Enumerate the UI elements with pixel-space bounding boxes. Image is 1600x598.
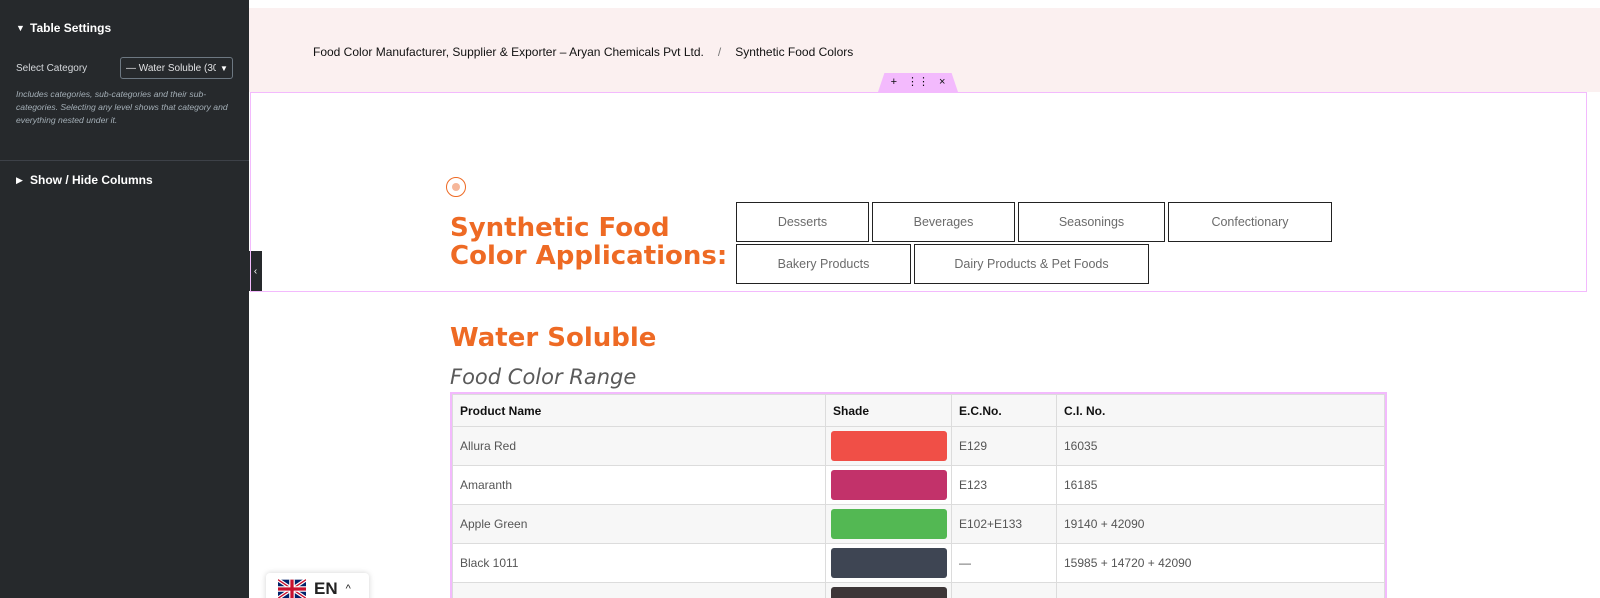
shade-swatch — [831, 548, 947, 578]
ci-number-cell: 16185 — [1056, 465, 1385, 505]
table-row: Amaranth E123 16185 — [452, 465, 1385, 505]
add-section-icon[interactable]: + — [891, 77, 897, 88]
application-pill-bakery[interactable]: Bakery Products — [736, 244, 911, 284]
dropdown-caret-icon: ▼ — [216, 63, 232, 73]
column-header[interactable]: C.I. No. — [1056, 394, 1385, 427]
column-header[interactable]: E.C.No. — [951, 394, 1057, 427]
ec-number-cell: E102+E133 — [951, 504, 1057, 544]
table-row: Black 1011 —15985 + 14720 + 42090 — [452, 543, 1385, 583]
shade-cell — [825, 543, 952, 583]
target-circle-icon — [446, 177, 466, 197]
breadcrumb: Food Color Manufacturer, Supplier & Expo… — [313, 45, 853, 59]
breadcrumb-separator: / — [717, 45, 722, 59]
section-handle: + ⋮⋮ × — [878, 73, 958, 92]
ec-number-cell: E129 — [951, 426, 1057, 466]
product-name-cell: Amaranth — [452, 465, 826, 505]
shade-cell — [825, 426, 952, 466]
ec-number-cell — [951, 582, 1057, 598]
ci-number-cell: 15985 + 14720 + 42090 — [1056, 543, 1385, 583]
caret-down-icon: ▼ — [16, 23, 25, 33]
application-pill-seasonings[interactable]: Seasonings — [1018, 202, 1165, 242]
caret-right-icon: ▶ — [16, 174, 23, 185]
ec-number-cell: — — [951, 543, 1057, 583]
application-pill-desserts[interactable]: Desserts — [736, 202, 869, 242]
select-category-value: — Water Soluble (30) — [126, 62, 216, 74]
uk-flag-icon — [278, 579, 306, 598]
shade-swatch — [831, 470, 947, 500]
settings-sidebar: ▼ Table Settings Select Category — Water… — [0, 0, 249, 598]
close-section-icon[interactable]: × — [939, 77, 945, 88]
chevron-up-icon: ^ — [345, 583, 351, 595]
application-pill-beverages[interactable]: Beverages — [872, 202, 1015, 242]
product-name-cell: Apple Green — [452, 504, 826, 544]
product-name-cell: Black 1011 — [452, 543, 826, 583]
shade-cell — [825, 504, 952, 544]
table-row: Apple Green E102+E133 19140 + 42090 — [452, 504, 1385, 544]
shade-cell — [825, 465, 952, 505]
table-settings-toggle[interactable]: ▼ Table Settings — [16, 21, 111, 35]
applications-heading-line2: Color Applications: — [450, 241, 728, 271]
ci-number-cell — [1056, 582, 1385, 598]
table-row: Allura Red E129 16035 — [452, 426, 1385, 466]
food-color-table: Product Name Shade E.C.No. C.I. No. Allu… — [450, 392, 1387, 598]
range-subtitle: Food Color Range — [450, 365, 637, 389]
ec-number-cell: E123 — [951, 465, 1057, 505]
select-category-label: Select Category — [16, 63, 88, 74]
language-switcher[interactable]: EN ^ — [266, 573, 369, 598]
category-title: Water Soluble — [450, 323, 657, 353]
shade-cell — [825, 582, 952, 598]
sidebar-divider — [0, 160, 249, 161]
applications-heading: Synthetic Food Color Applications: — [450, 214, 727, 270]
show-hide-columns-label: Show / Hide Columns — [30, 173, 153, 187]
category-help-text: Includes categories, sub-categories and … — [16, 89, 228, 125]
column-header[interactable]: Product Name — [452, 394, 826, 427]
ci-number-cell: 19140 + 42090 — [1056, 504, 1385, 544]
table-header-row: Product Name Shade E.C.No. C.I. No. — [452, 394, 1385, 427]
application-pill-confectionary[interactable]: Confectionary — [1168, 202, 1332, 242]
table-row — [452, 582, 1385, 598]
applications-heading-line1: Synthetic Food — [450, 213, 670, 243]
application-pill-dairy-pet[interactable]: Dairy Products & Pet Foods — [914, 244, 1149, 284]
table-settings-label: Table Settings — [30, 21, 112, 35]
breadcrumb-home-link[interactable]: Food Color Manufacturer, Supplier & Expo… — [313, 45, 704, 59]
show-hide-columns-toggle[interactable]: ▶ Show / Hide Columns — [16, 173, 153, 187]
ci-number-cell: 16035 — [1056, 426, 1385, 466]
product-name-cell — [452, 582, 826, 598]
shade-swatch — [831, 509, 947, 539]
breadcrumb-current: Synthetic Food Colors — [735, 45, 854, 59]
product-name-cell: Allura Red — [452, 426, 826, 466]
select-category-dropdown[interactable]: — Water Soluble (30) ▼ — [120, 57, 233, 79]
column-header[interactable]: Shade — [825, 394, 952, 427]
language-code: EN — [314, 579, 338, 598]
drag-handle-icon[interactable]: ⋮⋮ — [907, 77, 929, 88]
shade-swatch — [831, 431, 947, 461]
shade-swatch — [831, 587, 947, 598]
